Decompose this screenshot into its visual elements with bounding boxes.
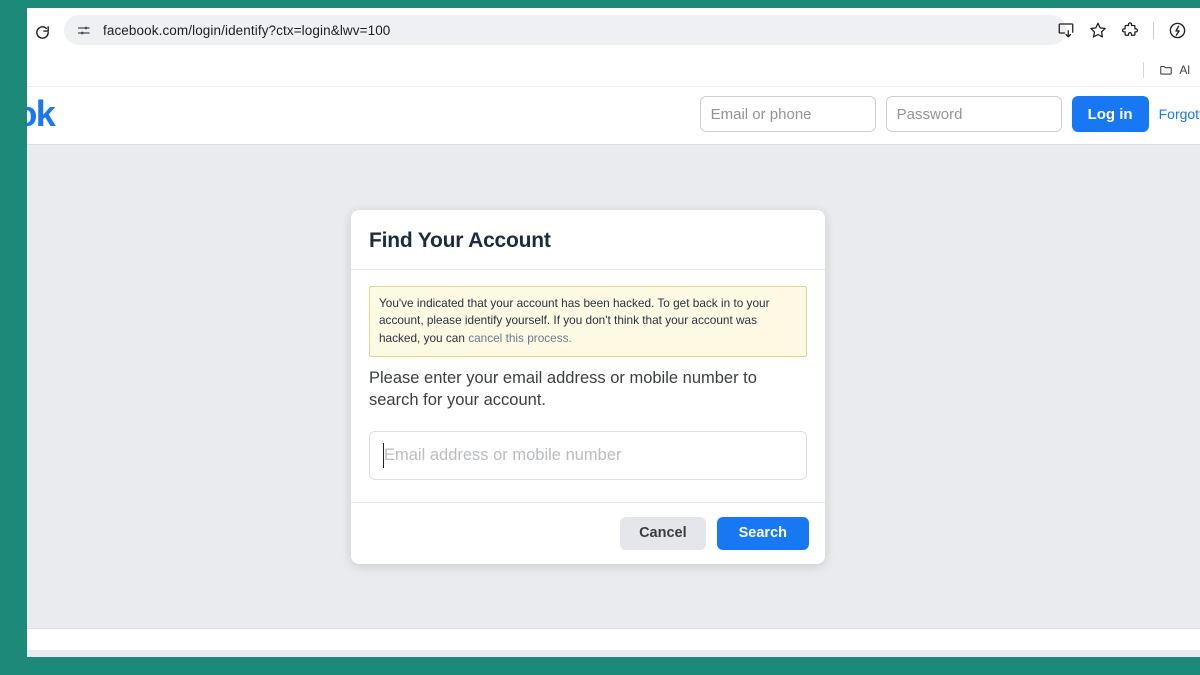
cancel-this-process-link[interactable]: cancel this process.	[468, 331, 572, 345]
browser-toolbar: facebook.com/login/identify?ctx=login&lw…	[27, 8, 1200, 54]
alert-text: You've indicated that your account has b…	[379, 296, 770, 345]
tune-icon[interactable]	[72, 19, 94, 41]
toolbar-actions	[1051, 15, 1192, 45]
install-app-icon[interactable]	[1051, 15, 1081, 45]
search-prompt-text: Please enter your email address or mobil…	[369, 368, 807, 412]
hacked-account-alert: You've indicated that your account has b…	[369, 286, 807, 357]
browser-window: facebook.com/login/identify?ctx=login&lw…	[27, 8, 1200, 657]
address-bar-url: facebook.com/login/identify?ctx=login&lw…	[103, 23, 390, 38]
all-bookmarks-button[interactable]: Al	[1153, 60, 1196, 80]
bookmarks-divider	[1143, 62, 1144, 78]
screenshot-root: facebook.com/login/identify?ctx=login&lw…	[0, 0, 1200, 675]
forgotten-account-link[interactable]: Forgotten acco	[1159, 106, 1200, 122]
reload-button[interactable]	[29, 19, 55, 45]
dialog-content: You've indicated that your account has b…	[351, 270, 825, 502]
search-button[interactable]: Search	[717, 517, 809, 550]
dialog-title: Find Your Account	[369, 229, 807, 253]
facebook-header: ook Log in Forgotten acco	[27, 87, 1200, 145]
facebook-logo[interactable]: ook	[27, 93, 54, 135]
toolbar-divider	[1153, 22, 1154, 39]
email-or-mobile-search-input[interactable]	[369, 431, 807, 480]
search-input-wrapper	[369, 431, 807, 480]
reload-icon	[34, 24, 51, 41]
header-login-form: Log in Forgotten acco	[700, 96, 1200, 132]
facebook-page: ook Log in Forgotten acco Find Your Acco…	[27, 87, 1200, 657]
text-caret	[383, 443, 384, 468]
all-bookmarks-label: Al	[1179, 63, 1190, 77]
email-or-phone-input[interactable]	[700, 96, 876, 132]
facebook-body: Find Your Account You've indicated that …	[27, 145, 1200, 628]
folder-icon	[1159, 63, 1173, 77]
find-your-account-dialog: Find Your Account You've indicated that …	[351, 210, 825, 564]
dialog-header: Find Your Account	[351, 210, 825, 270]
bookmarks-bar-right: Al	[1143, 54, 1196, 86]
extensions-icon[interactable]	[1115, 15, 1145, 45]
cancel-button[interactable]: Cancel	[620, 517, 706, 550]
address-bar[interactable]: facebook.com/login/identify?ctx=login&lw…	[64, 15, 1066, 45]
facebook-footer	[27, 628, 1200, 650]
dialog-footer: Cancel Search	[351, 502, 825, 564]
browser-essentials-icon[interactable]	[1162, 15, 1192, 45]
bookmarks-bar: Al	[27, 54, 1200, 87]
bookmark-star-icon[interactable]	[1083, 15, 1113, 45]
log-in-button[interactable]: Log in	[1072, 96, 1149, 132]
password-input[interactable]	[886, 96, 1062, 132]
